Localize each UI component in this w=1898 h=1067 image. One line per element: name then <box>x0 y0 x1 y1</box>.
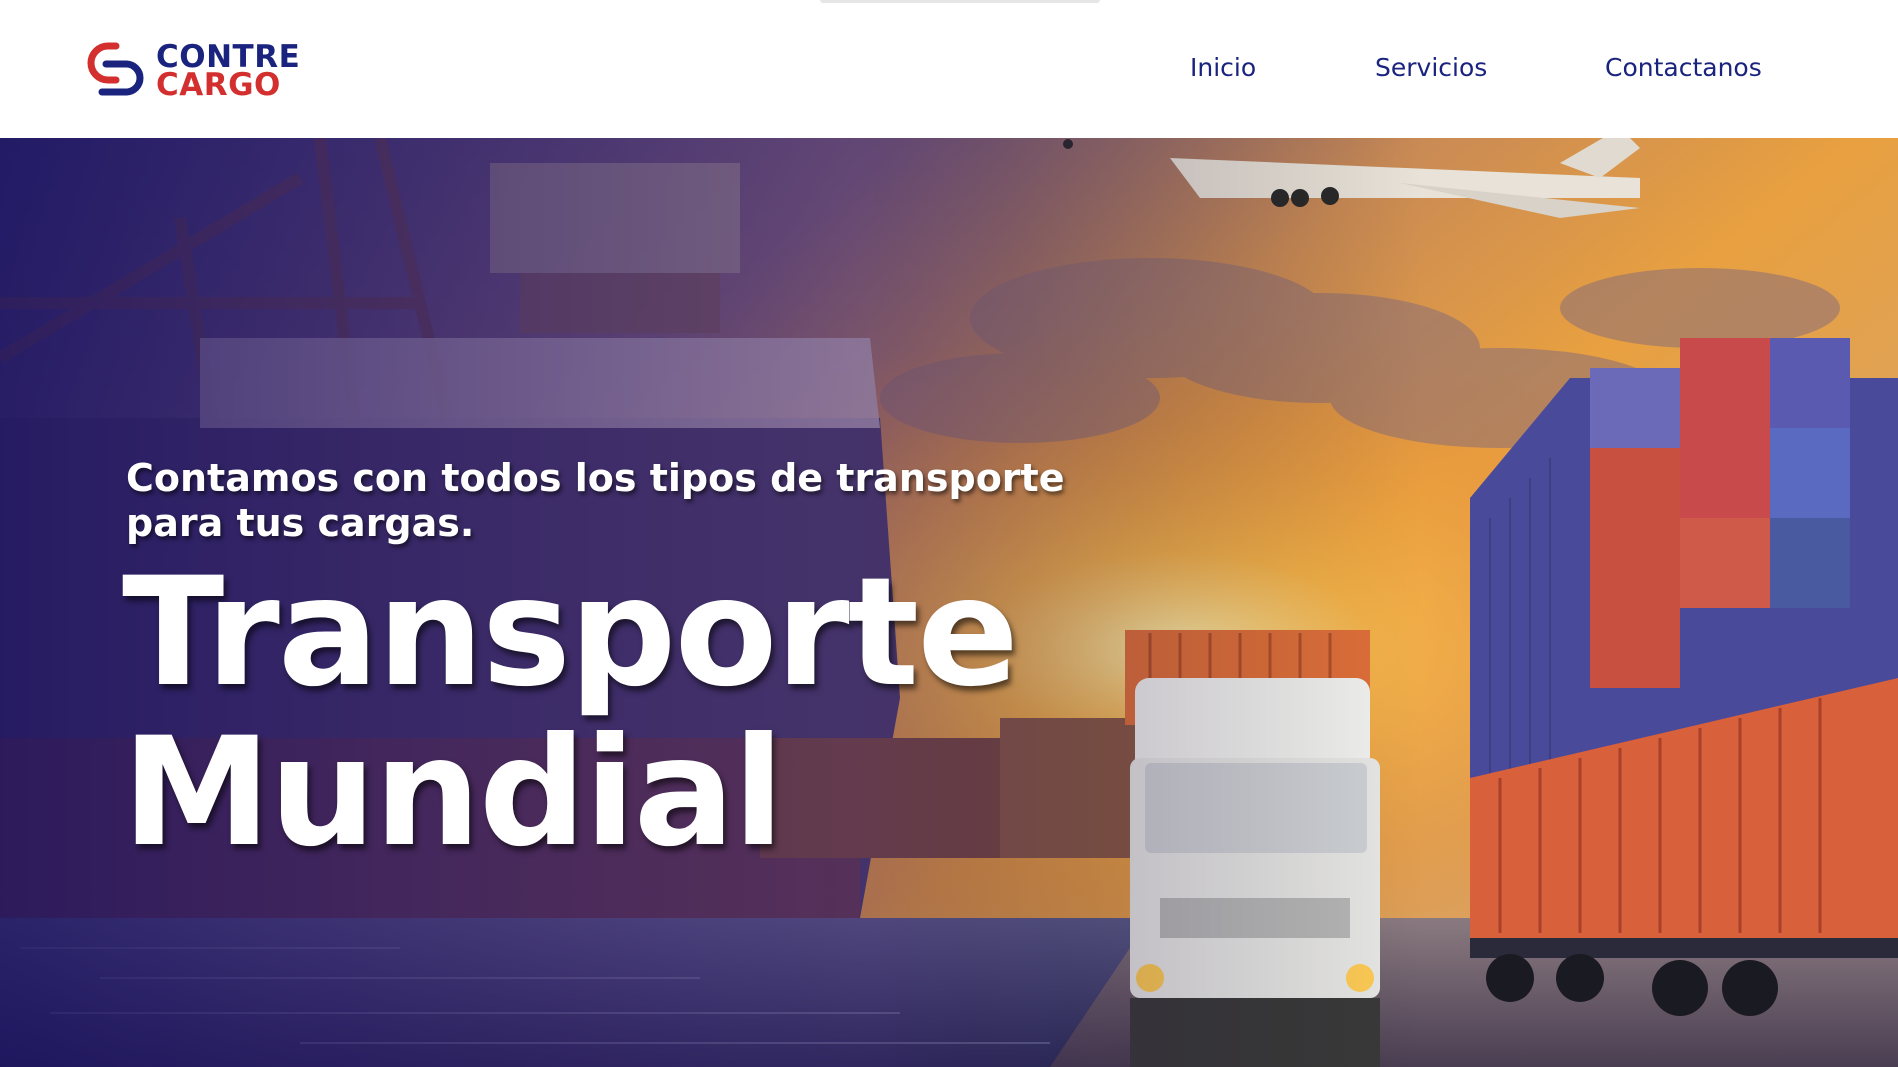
cd-monogram-icon <box>87 42 144 96</box>
hero-title-line1: Transporte <box>122 546 1019 720</box>
nav-link-inicio[interactable]: Inicio <box>1190 48 1256 88</box>
hero-title-line2: Mundial <box>122 706 784 880</box>
site-header: CONTRE CARGO Inicio Servicios Contactano… <box>0 0 1898 138</box>
header-top-accent <box>820 0 1100 3</box>
nav-link-contactanos[interactable]: Contactanos <box>1605 48 1762 88</box>
brand-wordmark: CONTRE CARGO <box>156 42 300 103</box>
hero-title: Transporte Mundial <box>122 553 1222 873</box>
nav-link-servicios[interactable]: Servicios <box>1375 48 1487 88</box>
brand-name-line2: CARGO <box>156 67 281 103</box>
hero-subtitle: Contamos con todos los tipos de transpor… <box>126 456 1065 545</box>
main-nav: Inicio Servicios Contactanos <box>1150 48 1810 88</box>
hero-banner: Contamos con todos los tipos de transpor… <box>0 138 1898 1067</box>
brand-logo[interactable]: CONTRE CARGO <box>86 40 326 102</box>
